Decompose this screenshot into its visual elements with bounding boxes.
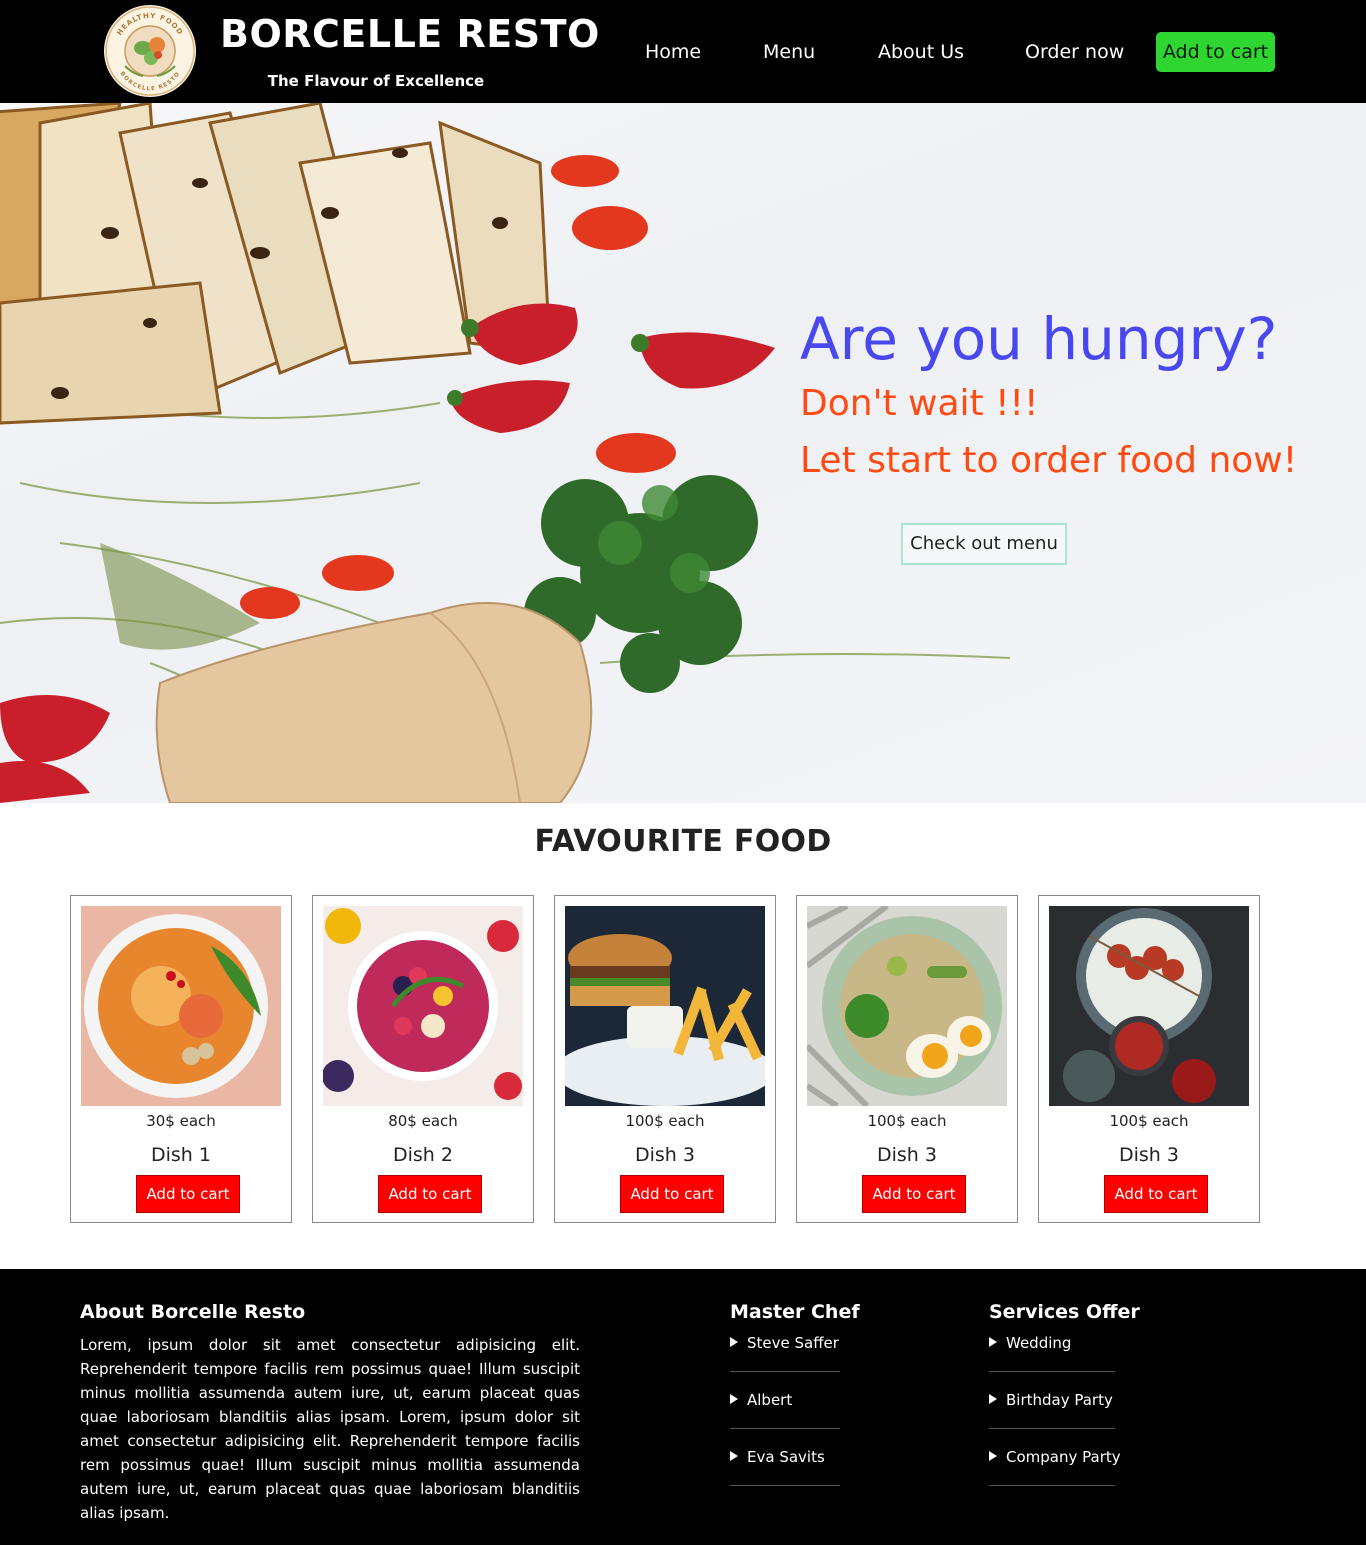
chef-name: Albert xyxy=(747,1391,793,1409)
food-card-dish-5: 100$ each Dish 3 Add to cart xyxy=(1038,895,1260,1223)
food-card-dish-3: 100$ each Dish 3 Add to cart xyxy=(554,895,776,1223)
chef-name: Eva Savits xyxy=(747,1448,825,1466)
chef-item-albert[interactable]: Albert xyxy=(730,1391,792,1409)
dish-2-photo xyxy=(323,906,523,1106)
dish-5-add-to-cart-button[interactable]: Add to cart xyxy=(1104,1175,1208,1213)
about-heading: About Borcelle Resto xyxy=(80,1301,306,1323)
divider xyxy=(730,1485,840,1486)
dish-price: 100$ each xyxy=(1109,1112,1189,1130)
top-navigation: HEALTHY FOOD BORCELLE RESTO BORCELLE RES… xyxy=(0,0,1366,103)
dish-price: 100$ each xyxy=(625,1112,705,1130)
nav-link-order-now[interactable]: Order now xyxy=(1025,41,1124,63)
service-name: Birthday Party xyxy=(1006,1391,1113,1409)
service-item-company-party[interactable]: Company Party xyxy=(989,1448,1121,1466)
dish-name: Dish 3 xyxy=(635,1144,695,1166)
divider xyxy=(730,1428,840,1429)
favourite-food-heading: FAVOURITE FOOD xyxy=(534,824,832,859)
about-text: Lorem, ipsum dolor sit amet consectetur … xyxy=(80,1336,580,1522)
hero-call-to-order: Let start to order food now! xyxy=(800,440,1298,481)
dish-4-add-to-cart-button[interactable]: Add to cart xyxy=(862,1175,966,1213)
services-heading: Services Offer xyxy=(989,1301,1140,1323)
hero-subheadline: Don't wait !!! xyxy=(800,383,1039,424)
chef-item-eva-savits[interactable]: Eva Savits xyxy=(730,1448,825,1466)
nav-link-menu[interactable]: Menu xyxy=(763,41,815,63)
caret-right-icon xyxy=(730,1394,738,1404)
dish-4-photo xyxy=(807,906,1007,1106)
brand-name: BORCELLE RESTO xyxy=(220,12,600,56)
caret-right-icon xyxy=(989,1451,997,1461)
master-chef-heading: Master Chef xyxy=(730,1301,860,1323)
dish-price: 100$ each xyxy=(867,1112,947,1130)
food-card-dish-4: 100$ each Dish 3 Add to cart xyxy=(796,895,1018,1223)
nav-link-about-us[interactable]: About Us xyxy=(878,41,964,63)
dish-3-add-to-cart-button[interactable]: Add to cart xyxy=(620,1175,724,1213)
dish-price: 30$ each xyxy=(146,1112,216,1130)
chef-name: Steve Saffer xyxy=(747,1334,839,1352)
divider xyxy=(989,1371,1115,1372)
caret-right-icon xyxy=(730,1337,738,1347)
hero-headline: Are you hungry? xyxy=(800,305,1278,373)
service-name: Wedding xyxy=(1006,1334,1072,1352)
service-item-wedding[interactable]: Wedding xyxy=(989,1334,1071,1352)
dish-5-photo xyxy=(1049,906,1249,1106)
divider xyxy=(989,1485,1115,1486)
restaurant-logo[interactable]: HEALTHY FOOD BORCELLE RESTO xyxy=(103,4,197,98)
divider xyxy=(730,1371,840,1372)
brand-tagline: The Flavour of Excellence xyxy=(267,72,485,90)
dish-name: Dish 1 xyxy=(151,1144,211,1166)
dish-3-photo xyxy=(565,906,765,1106)
dish-name: Dish 3 xyxy=(1119,1144,1179,1166)
caret-right-icon xyxy=(730,1451,738,1461)
dish-2-add-to-cart-button[interactable]: Add to cart xyxy=(378,1175,482,1213)
service-item-birthday-party[interactable]: Birthday Party xyxy=(989,1391,1113,1409)
food-card-dish-2: 80$ each Dish 2 Add to cart xyxy=(312,895,534,1223)
chef-item-steve-saffer[interactable]: Steve Saffer xyxy=(730,1334,839,1352)
page-footer: About Borcelle Resto Lorem, ipsum dolor … xyxy=(0,1269,1366,1545)
dish-1-photo xyxy=(81,906,281,1106)
hero-banner: Are you hungry? Don't wait !!! Let start… xyxy=(0,103,1366,803)
divider xyxy=(989,1428,1115,1429)
check-out-menu-button[interactable]: Check out menu xyxy=(901,523,1067,565)
dish-name: Dish 2 xyxy=(393,1144,453,1166)
nav-link-home[interactable]: Home xyxy=(645,41,701,63)
caret-right-icon xyxy=(989,1337,997,1347)
dish-name: Dish 3 xyxy=(877,1144,937,1166)
nav-add-to-cart-button[interactable]: Add to cart xyxy=(1156,32,1275,72)
service-name: Company Party xyxy=(1006,1448,1121,1466)
dish-price: 80$ each xyxy=(388,1112,458,1130)
food-card-dish-1: 30$ each Dish 1 Add to cart xyxy=(70,895,292,1223)
dish-1-add-to-cart-button[interactable]: Add to cart xyxy=(136,1175,240,1213)
caret-right-icon xyxy=(989,1394,997,1404)
